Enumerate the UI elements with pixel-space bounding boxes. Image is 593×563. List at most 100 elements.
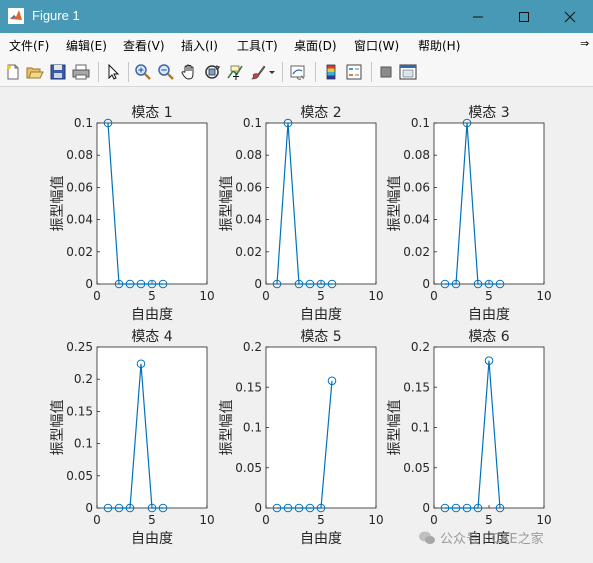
- menu-overflow-arrow[interactable]: ⇒: [580, 37, 589, 50]
- brush-icon[interactable]: [249, 63, 267, 81]
- plot-area[interactable]: [433, 346, 545, 509]
- close-icon: [564, 11, 576, 22]
- y-tick-label: 0.15: [66, 404, 93, 418]
- colorbar-icon[interactable]: [322, 63, 340, 81]
- x-tick-label: 5: [148, 289, 156, 303]
- x-tick-label: 0: [93, 513, 101, 527]
- x-tick-label: 5: [485, 289, 493, 303]
- zoom-out-icon[interactable]: [157, 63, 175, 81]
- y-tick-label: 0.1: [411, 421, 430, 435]
- x-tick-label: 10: [368, 289, 383, 303]
- y-tick-label: 0.2: [411, 340, 430, 354]
- menu-tools[interactable]: 工具(T): [237, 37, 278, 54]
- y-tick-label: 0.08: [66, 148, 93, 162]
- menu-view[interactable]: 查看(V): [123, 37, 165, 54]
- subplot-title: 模态 5: [300, 329, 341, 345]
- pan-icon[interactable]: [180, 63, 198, 81]
- y-tick-label: 0.1: [74, 116, 93, 130]
- subplot-title: 模态 2: [300, 105, 341, 121]
- y-tick-label: 0.06: [66, 180, 93, 194]
- y-tick-label: 0: [422, 501, 430, 515]
- subplot-title: 模态 1: [131, 105, 172, 121]
- toolbar-separator: [371, 62, 372, 82]
- toolbar-separator: [315, 62, 316, 82]
- y-tick-label: 0: [85, 501, 93, 515]
- close-button[interactable]: [547, 0, 593, 33]
- subplot-6[interactable]: [433, 346, 545, 509]
- x-axis-label: 自由度: [300, 531, 342, 547]
- y-tick-label: 0.1: [74, 437, 93, 451]
- plot-area[interactable]: [265, 346, 377, 509]
- toolbar-separator: [98, 62, 99, 82]
- hide-plot-tools-icon[interactable]: [377, 63, 395, 81]
- subplot-4[interactable]: [96, 346, 208, 509]
- minimize-button[interactable]: [455, 0, 501, 33]
- y-axis-label: 振型幅值: [219, 176, 235, 232]
- maximize-button[interactable]: [501, 0, 547, 33]
- legend-icon[interactable]: [345, 63, 363, 81]
- subplot-5[interactable]: [265, 346, 377, 509]
- x-tick-label: 0: [262, 513, 270, 527]
- figure-toolbar: [0, 57, 593, 87]
- menu-desktop[interactable]: 桌面(D): [294, 37, 337, 54]
- zoom-in-icon[interactable]: [134, 63, 152, 81]
- y-tick-label: 0.08: [403, 148, 430, 162]
- y-tick-label: 0.02: [66, 245, 93, 259]
- x-axis-label: 自由度: [131, 307, 173, 323]
- link-plot-icon[interactable]: [289, 63, 307, 81]
- y-tick-label: 0.05: [403, 461, 430, 475]
- y-tick-label: 0.05: [66, 469, 93, 483]
- wechat-logo-icon: [419, 531, 435, 544]
- x-axis-label: 自由度: [468, 307, 510, 323]
- new-figure-icon[interactable]: [4, 63, 22, 81]
- menu-edit[interactable]: 编辑(E): [66, 37, 107, 54]
- y-tick-label: 0: [254, 277, 262, 291]
- plot-area[interactable]: [96, 346, 208, 509]
- y-tick-label: 0: [85, 277, 93, 291]
- x-tick-label: 0: [430, 289, 438, 303]
- print-icon[interactable]: [72, 63, 90, 81]
- menu-bar: 文件(F) 编辑(E) 查看(V) 插入(I) 工具(T) 桌面(D) 窗口(W…: [0, 33, 593, 57]
- pointer-icon[interactable]: [104, 63, 122, 81]
- toolbar-separator: [282, 62, 283, 82]
- menu-window[interactable]: 窗口(W): [354, 37, 399, 54]
- y-tick-label: 0.08: [235, 148, 262, 162]
- save-icon[interactable]: [49, 63, 67, 81]
- y-tick-label: 0.1: [243, 421, 262, 435]
- y-tick-label: 0.02: [403, 245, 430, 259]
- x-tick-label: 10: [368, 513, 383, 527]
- x-axis-label: 自由度: [131, 531, 173, 547]
- y-tick-label: 0.2: [243, 340, 262, 354]
- x-tick-label: 5: [317, 513, 325, 527]
- y-axis-label: 振型幅值: [387, 176, 403, 232]
- minimize-icon: [473, 16, 483, 17]
- x-tick-label: 10: [536, 289, 551, 303]
- y-tick-label: 0.1: [411, 116, 430, 130]
- y-tick-label: 0.2: [74, 372, 93, 386]
- y-tick-label: 0.02: [235, 245, 262, 259]
- figure-canvas[interactable]: 0 5 1000.020.040.060.080.1模态 1自由度振型幅值0 5 100…: [0, 87, 593, 563]
- y-tick-label: 0.06: [403, 180, 430, 194]
- matlab-logo-icon: [8, 8, 24, 24]
- y-tick-label: 0.15: [403, 380, 430, 394]
- brush-dropdown-icon[interactable]: [268, 63, 276, 81]
- subplot-title: 模态 4: [131, 329, 172, 345]
- data-cursor-icon[interactable]: [226, 63, 244, 81]
- menu-help[interactable]: 帮助(H): [418, 37, 460, 54]
- y-tick-label: 0.05: [235, 461, 262, 475]
- toolbar-separator: [128, 62, 129, 82]
- subplot-3[interactable]: [433, 122, 545, 285]
- y-tick-label: 0.04: [235, 213, 262, 227]
- open-file-icon[interactable]: [26, 63, 44, 81]
- x-tick-label: 5: [148, 513, 156, 527]
- rotate-3d-icon[interactable]: [203, 63, 221, 81]
- menu-file[interactable]: 文件(F): [9, 37, 49, 54]
- y-tick-label: 0.1: [243, 116, 262, 130]
- show-plot-tools-icon[interactable]: [399, 63, 417, 81]
- menu-insert[interactable]: 插入(I): [181, 37, 218, 54]
- y-tick-label: 0.25: [66, 340, 93, 354]
- plot-area[interactable]: [433, 122, 545, 285]
- watermark: 公众号 · CAE之家: [418, 528, 544, 547]
- title-bar: Figure 1: [0, 0, 593, 33]
- y-axis-label: 振型幅值: [219, 400, 235, 456]
